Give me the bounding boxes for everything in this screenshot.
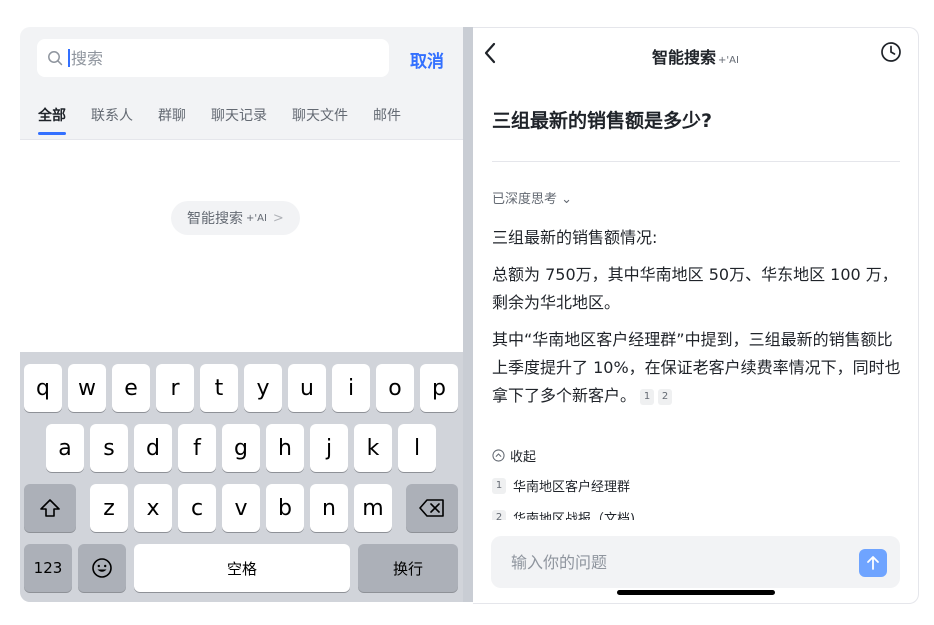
cancel-button[interactable]: 取消	[410, 47, 444, 72]
question-divider	[492, 161, 900, 162]
ai-sparkle-icon: +'AI	[718, 55, 739, 66]
page-title: 智能搜索 +'AI	[473, 44, 918, 68]
key-a[interactable]: a	[46, 424, 84, 472]
answer-paragraph-2: 其中“华南地区客户经理群”中提到，三组最新的销售额比上季度提升了 10%，在保证…	[492, 326, 904, 410]
collapse-references-button[interactable]: 收起	[492, 446, 536, 465]
key-n[interactable]: n	[310, 484, 348, 532]
answer-paragraph-2-text: 其中“华南地区客户经理群”中提到，三组最新的销售额比上季度提升了 10%，在保证…	[492, 330, 901, 405]
reference-clip: 2 华南地区战报（文档)	[473, 506, 918, 520]
delete-icon	[419, 499, 444, 517]
reference-label: 华南地区客户经理群	[513, 480, 631, 495]
delete-key[interactable]	[406, 484, 458, 532]
key-s[interactable]: s	[90, 424, 128, 472]
key-j[interactable]: j	[310, 424, 348, 472]
tab-all[interactable]: 全部	[38, 105, 66, 135]
key-g[interactable]: g	[222, 424, 260, 472]
deep-thinking-toggle[interactable]: 已深度思考 ⌄	[492, 188, 572, 207]
key-x[interactable]: x	[134, 484, 172, 532]
key-w[interactable]: w	[68, 364, 106, 412]
key-o[interactable]: o	[376, 364, 414, 412]
question-heading: 三组最新的销售额是多少?	[492, 110, 713, 132]
question-input-box[interactable]	[491, 536, 900, 588]
key-c[interactable]: c	[178, 484, 216, 532]
emoji-icon	[92, 558, 112, 578]
key-d[interactable]: d	[134, 424, 172, 472]
reference-number: 1	[492, 477, 506, 494]
reference-item[interactable]: 1 华南地区客户经理群	[492, 476, 630, 495]
ai-search-label: 智能搜索	[187, 211, 243, 227]
return-key[interactable]: 换行	[358, 544, 458, 592]
chevron-up-circle-icon	[492, 449, 505, 462]
ai-sparkle-icon: +'AI	[246, 212, 267, 224]
send-button[interactable]	[859, 549, 887, 577]
history-icon[interactable]	[880, 41, 902, 63]
key-q[interactable]: q	[24, 364, 62, 412]
key-y[interactable]: y	[244, 364, 282, 412]
tab-chat-files[interactable]: 聊天文件	[292, 105, 348, 125]
search-results-area	[20, 140, 463, 352]
text-caret	[68, 49, 70, 67]
key-h[interactable]: h	[266, 424, 304, 472]
search-icon	[48, 51, 63, 66]
answer-intro: 三组最新的销售额情况:	[492, 228, 658, 247]
numbers-key[interactable]: 123	[24, 544, 72, 592]
key-m[interactable]: m	[354, 484, 392, 532]
pane-divider[interactable]	[463, 27, 473, 602]
key-l[interactable]: l	[398, 424, 436, 472]
collapse-label: 收起	[510, 450, 537, 465]
answer-paragraph-1: 总额为 750万，其中华南地区 50万、华东地区 100 万，剩余为华北地区。	[492, 265, 898, 312]
reference-number: 2	[492, 509, 506, 520]
tab-mail[interactable]: 邮件	[373, 105, 401, 125]
citation-2[interactable]: 2	[658, 388, 673, 405]
tab-groups[interactable]: 群聊	[158, 105, 186, 125]
key-r[interactable]: r	[156, 364, 194, 412]
reference-label: 华南地区战报（文档)	[513, 512, 636, 520]
key-b[interactable]: b	[266, 484, 304, 532]
reference-item[interactable]: 2 华南地区战报（文档)	[492, 508, 635, 520]
chevron-right-icon: >	[272, 210, 284, 226]
emoji-key[interactable]	[78, 544, 126, 592]
home-indicator	[617, 590, 775, 595]
key-f[interactable]: f	[178, 424, 216, 472]
search-tabs: 全部 联系人 群聊 聊天记录 聊天文件 邮件	[38, 105, 401, 135]
on-screen-keyboard: q w e r t y u i o p a s d f g h j k l z …	[20, 352, 463, 602]
answer-body: 三组最新的销售额情况: 总额为 750万，其中华南地区 50万、华东地区 100…	[492, 224, 904, 419]
page-title-text: 智能搜索	[652, 48, 717, 67]
arrow-up-icon	[867, 556, 879, 570]
key-u[interactable]: u	[288, 364, 326, 412]
tab-contacts[interactable]: 联系人	[91, 105, 133, 125]
key-t[interactable]: t	[200, 364, 238, 412]
citation-1[interactable]: 1	[640, 388, 655, 405]
ai-search-button[interactable]: 智能搜索 +'AI >	[171, 201, 300, 235]
key-z[interactable]: z	[90, 484, 128, 532]
shift-key[interactable]	[24, 484, 76, 532]
key-v[interactable]: v	[222, 484, 260, 532]
search-input[interactable]	[69, 47, 373, 69]
ai-search-pane: 智能搜索 +'AI 三组最新的销售额是多少? 已深度思考 ⌄ 三组最新的销售额情况…	[473, 27, 919, 604]
key-i[interactable]: i	[332, 364, 370, 412]
key-e[interactable]: e	[112, 364, 150, 412]
question-input[interactable]	[509, 551, 843, 573]
space-key[interactable]: 空格	[134, 544, 350, 592]
key-k[interactable]: k	[354, 424, 392, 472]
search-pane: 取消 全部 联系人 群聊 聊天记录 聊天文件 邮件 智能搜索 +'AI > q …	[20, 27, 463, 602]
key-p[interactable]: p	[420, 364, 458, 412]
search-box[interactable]	[37, 39, 389, 77]
shift-icon	[40, 499, 60, 517]
tab-chat-history[interactable]: 聊天记录	[211, 105, 267, 125]
